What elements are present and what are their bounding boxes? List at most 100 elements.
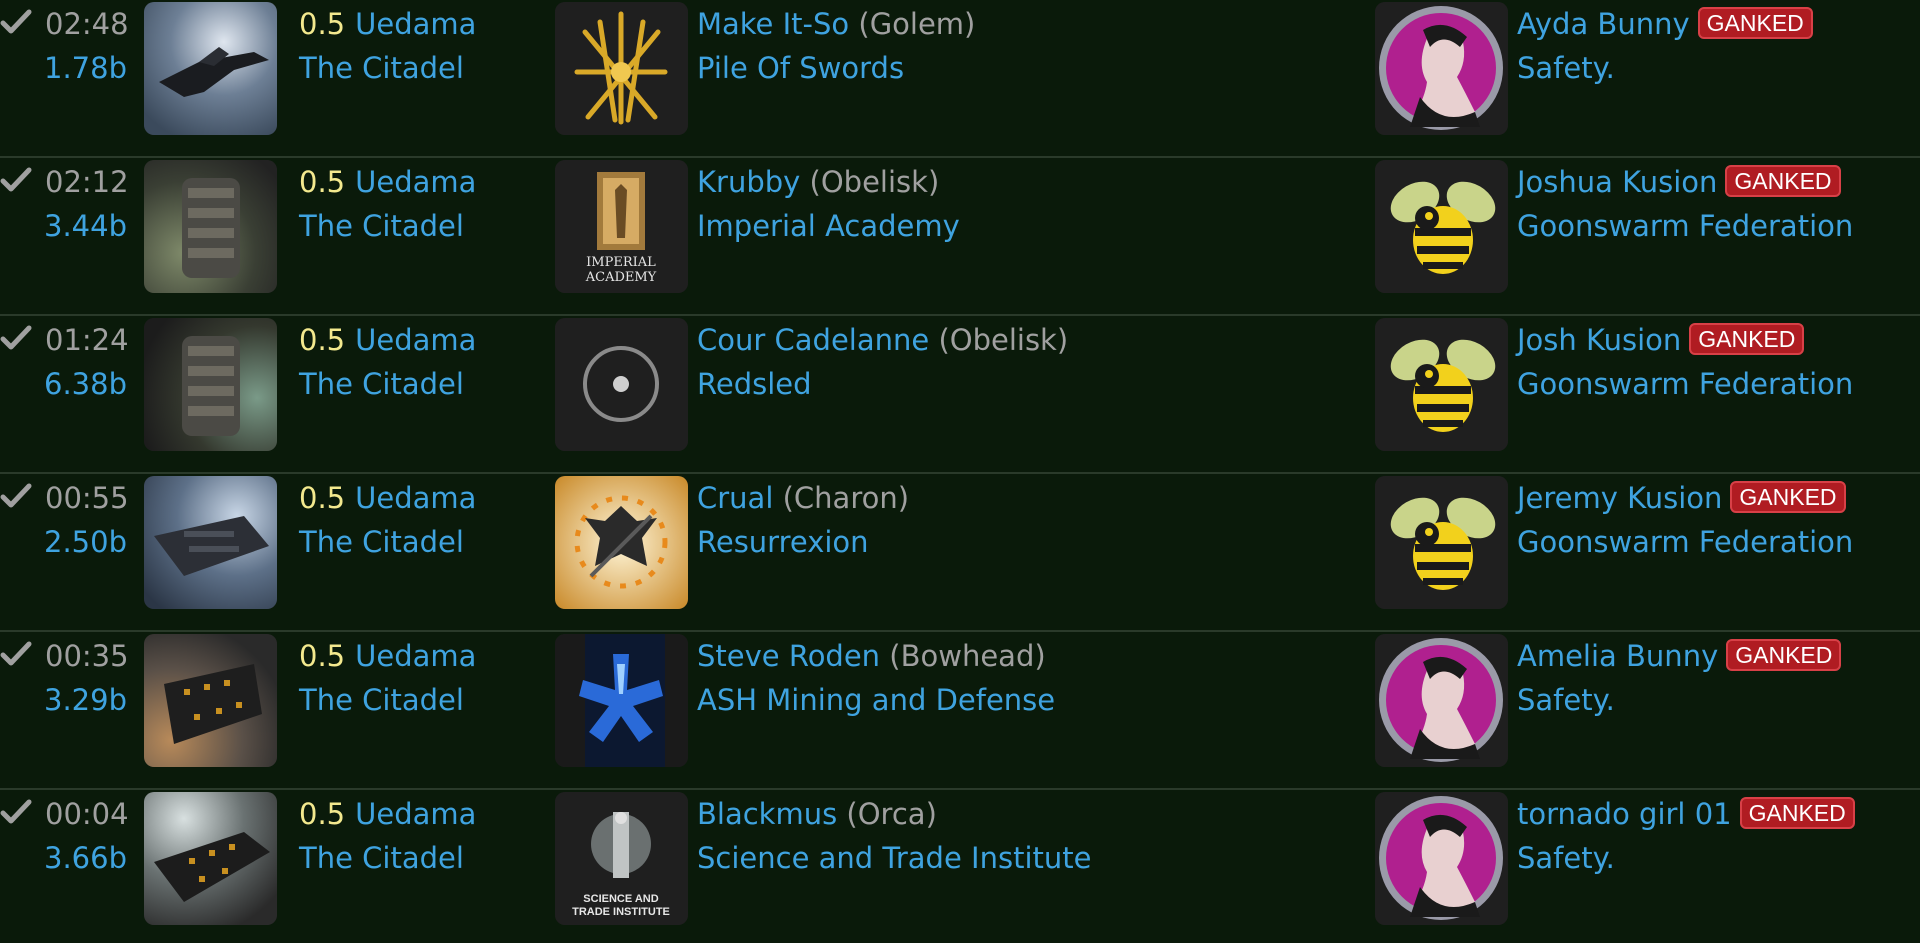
kill-row[interactable]: 00:35 3.29b 0.5 Uedama The Citadel Steve … [0, 632, 1920, 790]
attacker-ship[interactable]: (Charon) [783, 481, 909, 515]
victim-corp-link[interactable]: Safety. [1517, 682, 1615, 718]
corp-logo-redsled[interactable] [555, 318, 688, 451]
ship-render-orca[interactable] [144, 792, 277, 925]
region-link[interactable]: The Citadel [299, 840, 464, 876]
corp-logo-ash-mining[interactable] [555, 634, 688, 767]
victim-corp-link[interactable]: Goonswarm Federation [1517, 208, 1853, 244]
isk-value-link[interactable]: 6.38b [44, 366, 127, 402]
corp-logo-resurrexion[interactable] [555, 476, 688, 609]
region-link[interactable]: The Citadel [299, 208, 464, 244]
region-link[interactable]: The Citadel [299, 682, 464, 718]
system-security: 0.5 Uedama [299, 165, 477, 199]
victim-link[interactable]: Amelia Bunny [1517, 639, 1718, 673]
kill-row[interactable]: 00:55 2.50b 0.5 Uedama The Citadel Crual … [0, 474, 1920, 632]
attacker-link[interactable]: Cour Cadelanne [697, 323, 929, 357]
corp-logo-goonswarm-bee[interactable] [1375, 318, 1508, 451]
corp-logo-imperial-academy[interactable]: IMPERIAL ACADEMY [555, 160, 688, 293]
system-link[interactable]: Uedama [355, 797, 476, 831]
system-security: 0.5 Uedama [299, 323, 477, 357]
attacker-corp-link[interactable]: ASH Mining and Defense [697, 682, 1055, 718]
kill-time: 02:48 [45, 7, 129, 41]
victim-pilot: Amelia Bunny GANKED [1517, 638, 1842, 674]
ganked-badge: GANKED [1697, 7, 1813, 39]
attacker-link[interactable]: Krubby [697, 165, 800, 199]
region-link[interactable]: The Citadel [299, 50, 464, 86]
victim-link[interactable]: Josh Kusion [1517, 323, 1681, 357]
system-security: 0.5 Uedama [299, 639, 477, 673]
victim-pilot: Joshua Kusion GANKED [1517, 164, 1841, 200]
victim-link[interactable]: tornado girl 01 [1517, 797, 1732, 831]
corp-logo-pile-of-swords[interactable] [555, 2, 688, 135]
victim-corp-link[interactable]: Goonswarm Federation [1517, 524, 1853, 560]
victim-corp-link[interactable]: Safety. [1517, 840, 1615, 876]
corp-logo-goonswarm-bee[interactable] [1375, 160, 1508, 293]
ganked-badge: GANKED [1739, 797, 1855, 829]
attacker-corp-link[interactable]: Science and Trade Institute [697, 840, 1091, 876]
attacker-corp-link[interactable]: Imperial Academy [697, 208, 960, 244]
attacker-corp-link[interactable]: Resurrexion [697, 524, 869, 560]
checkmark-icon [0, 322, 32, 354]
attacker-corp-link[interactable]: Pile Of Swords [697, 50, 904, 86]
kill-row[interactable]: 02:12 3.44b 0.5 Uedama The Citadel IMPERI… [0, 158, 1920, 316]
isk-value-link[interactable]: 3.44b [44, 208, 127, 244]
system-link[interactable]: Uedama [355, 323, 476, 357]
victim-pilot: Ayda Bunny GANKED [1517, 6, 1813, 42]
corp-logo-goonswarm-bee[interactable] [1375, 476, 1508, 609]
kill-time: 00:04 [45, 797, 129, 831]
system-security: 0.5 Uedama [299, 481, 477, 515]
system-link[interactable]: Uedama [355, 481, 476, 515]
system-link[interactable]: Uedama [355, 7, 476, 41]
victim-corp-link[interactable]: Goonswarm Federation [1517, 366, 1853, 402]
attacker-ship[interactable]: (Golem) [858, 7, 975, 41]
attacker-ship[interactable]: (Obelisk) [938, 323, 1068, 357]
victim-link[interactable]: Joshua Kusion [1517, 165, 1717, 199]
attacker-link[interactable]: Steve Roden [697, 639, 880, 673]
corp-logo-safety[interactable] [1375, 634, 1508, 767]
kill-row[interactable]: 01:24 6.38b 0.5 Uedama The Citadel Cour C… [0, 316, 1920, 474]
region-link[interactable]: The Citadel [299, 366, 464, 402]
isk-value-link[interactable]: 3.29b [44, 682, 127, 718]
attacker-link[interactable]: Blackmus [697, 797, 837, 831]
attacker-pilot: Krubby (Obelisk) [697, 164, 939, 200]
kill-row[interactable]: 00:04 3.66b 0.5 Uedama The Citadel SCIENC… [0, 790, 1920, 943]
corp-logo-safety[interactable] [1375, 792, 1508, 925]
system-security: 0.5 Uedama [299, 7, 477, 41]
attacker-ship[interactable]: (Obelisk) [810, 165, 940, 199]
isk-value-link[interactable]: 3.66b [44, 840, 127, 876]
system-link[interactable]: Uedama [355, 639, 476, 673]
isk-value-link[interactable]: 1.78b [44, 50, 127, 86]
corp-logo-text: IMPERIAL [586, 255, 656, 270]
corp-logo-text: TRADE INSTITUTE [572, 906, 670, 918]
ganked-badge: GANKED [1726, 639, 1842, 671]
kill-time: 02:12 [45, 165, 129, 199]
ship-render-obelisk[interactable] [144, 318, 277, 451]
victim-link[interactable]: Ayda Bunny [1517, 7, 1690, 41]
ship-render-obelisk[interactable] [144, 160, 277, 293]
checkmark-icon [0, 796, 32, 828]
attacker-pilot: Steve Roden (Bowhead) [697, 638, 1046, 674]
ship-render-bowhead[interactable] [144, 634, 277, 767]
victim-pilot: Jeremy Kusion GANKED [1517, 480, 1846, 516]
system-security: 0.5 Uedama [299, 797, 477, 831]
attacker-ship[interactable]: (Bowhead) [889, 639, 1045, 673]
victim-link[interactable]: Jeremy Kusion [1517, 481, 1722, 515]
ganked-badge: GANKED [1730, 481, 1846, 513]
corp-logo-safety[interactable] [1375, 2, 1508, 135]
attacker-link[interactable]: Crual [697, 481, 773, 515]
ganked-badge: GANKED [1725, 165, 1841, 197]
isk-value-link[interactable]: 2.50b [44, 524, 127, 560]
attacker-ship[interactable]: (Orca) [846, 797, 936, 831]
checkmark-icon [0, 638, 32, 670]
ship-render-golem[interactable] [144, 2, 277, 135]
region-link[interactable]: The Citadel [299, 524, 464, 560]
system-link[interactable]: Uedama [355, 165, 476, 199]
victim-corp-link[interactable]: Safety. [1517, 50, 1615, 86]
attacker-corp-link[interactable]: Redsled [697, 366, 812, 402]
kill-row[interactable]: 02:48 1.78b 0.5 Uedama The Citadel Make … [0, 0, 1920, 158]
ship-render-charon[interactable] [144, 476, 277, 609]
attacker-link[interactable]: Make It-So [697, 7, 849, 41]
attacker-pilot: Crual (Charon) [697, 480, 909, 516]
corp-logo-science-and-trade-institute[interactable]: SCIENCE AND TRADE INSTITUTE [555, 792, 688, 925]
attacker-pilot: Cour Cadelanne (Obelisk) [697, 322, 1068, 358]
victim-pilot: Josh Kusion GANKED [1517, 322, 1805, 358]
